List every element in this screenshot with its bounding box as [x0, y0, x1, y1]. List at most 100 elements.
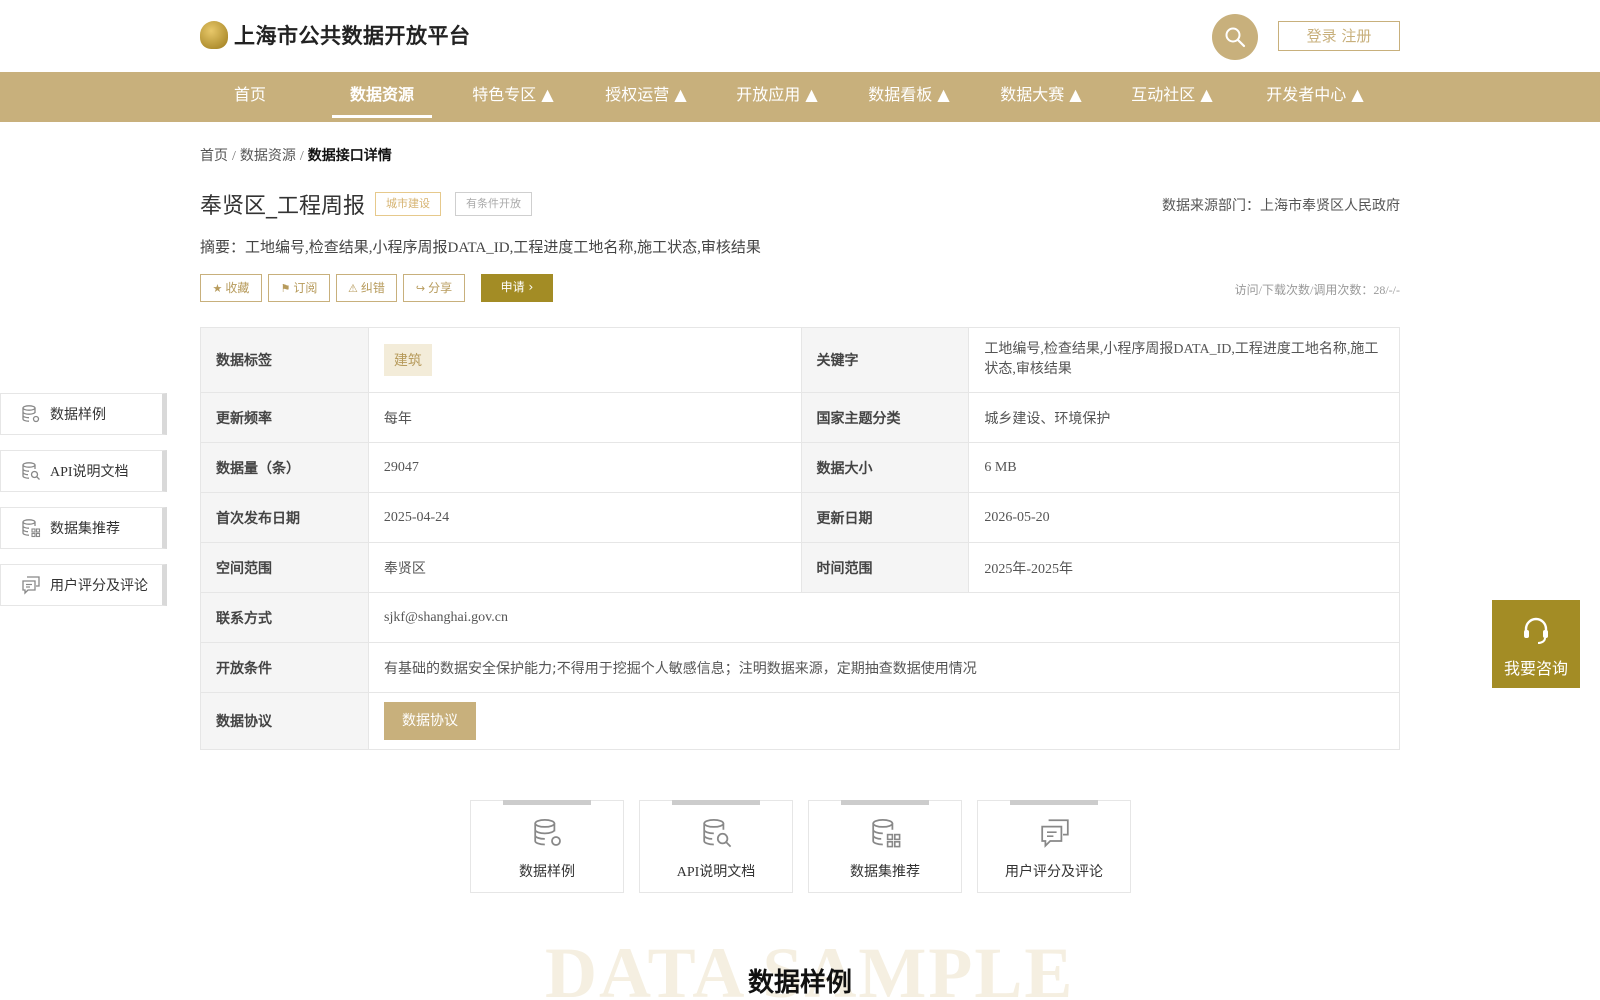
- subscribe-label: 订阅: [293, 281, 318, 295]
- data-source-department: 数据来源部门：上海市奉贤区人民政府: [1162, 198, 1400, 214]
- correct-label: 纠错: [360, 281, 385, 295]
- site-logo[interactable]: 上海市公共数据开放平台: [200, 20, 471, 50]
- nav-item-authorized-operation[interactable]: 授权运营 ▲: [596, 72, 696, 122]
- card-api-docs[interactable]: API说明文档: [639, 800, 793, 893]
- chevron-right-icon: ›: [528, 280, 534, 294]
- info-label: 更新频率: [201, 393, 369, 442]
- share-icon: ↪: [415, 282, 426, 295]
- info-value: 2025-04-24: [369, 493, 802, 542]
- correct-button[interactable]: ⚠ 纠错: [336, 274, 397, 302]
- database-gear-icon: [534, 818, 561, 846]
- info-value: 6 MB: [984, 459, 1017, 475]
- collect-button[interactable]: ★ 收藏: [200, 274, 262, 302]
- database-grid-icon: [22, 519, 41, 538]
- visit-stats: 访问/下载次数/调用次数：28/-/-: [1234, 283, 1400, 297]
- info-value: 城乡建设、环境保护: [984, 410, 1111, 427]
- breadcrumb-separator: /: [299, 149, 304, 164]
- data-protocol-button[interactable]: 数据协议: [384, 702, 476, 740]
- breadcrumb: 首页 / 数据资源 / 数据接口详情: [200, 145, 392, 165]
- breadcrumb-separator: /: [232, 149, 236, 164]
- nav-item-open-apps[interactable]: 开放应用 ▲: [727, 72, 827, 122]
- side-nav-dataset-recommend[interactable]: 数据集推荐: [0, 507, 167, 549]
- side-nav-data-sample[interactable]: 数据样例: [0, 393, 167, 435]
- card-data-sample[interactable]: 数据样例: [470, 800, 624, 893]
- card-user-reviews[interactable]: 用户评分及评论: [977, 800, 1131, 893]
- breadcrumb-home[interactable]: 首页: [200, 149, 228, 164]
- headset-icon: [1524, 617, 1548, 644]
- nav-item-developer-center[interactable]: 开发者中心 ▲: [1257, 72, 1373, 122]
- database-gear-icon: [22, 405, 40, 423]
- collect-label: 收藏: [225, 281, 250, 295]
- table-row: 更新频率 每年 国家主题分类 城乡建设、环境保护: [201, 393, 1399, 443]
- main-nav: 首页 数据资源 特色专区 ▲ 授权运营 ▲ 开放应用 ▲ 数据看板 ▲ 数据大赛…: [0, 72, 1600, 122]
- section-title: 数据样例: [747, 968, 852, 998]
- nav-item-community[interactable]: 互动社区 ▲: [1122, 72, 1222, 122]
- side-nav-label: 数据样例: [50, 407, 106, 423]
- subscribe-button[interactable]: ⚑ 订阅: [268, 274, 330, 302]
- top-header: 上海市公共数据开放平台 登录 注册: [0, 0, 1600, 72]
- info-label: 联系方式: [201, 593, 369, 642]
- warning-icon: ⚠: [348, 282, 358, 295]
- nav-item-data-resources[interactable]: 数据资源: [332, 72, 432, 122]
- side-nav-label: 用户评分及评论: [50, 578, 148, 594]
- card-dataset-recommend[interactable]: 数据集推荐: [808, 800, 962, 893]
- card-label: 数据集推荐: [850, 864, 920, 880]
- login-register-button[interactable]: 登录 注册: [1278, 21, 1400, 51]
- table-row: 首次发布日期 2025-04-24 更新日期 2026-05-20: [201, 493, 1399, 543]
- apply-label: 申请: [500, 280, 525, 294]
- info-value: 2026-05-20: [984, 509, 1050, 525]
- nav-item-data-dashboard[interactable]: 数据看板 ▲: [859, 72, 959, 122]
- nav-item-special-zone[interactable]: 特色专区 ▲: [463, 72, 563, 122]
- card-label: 数据样例: [519, 864, 575, 880]
- bookmark-icon: ⚑: [280, 282, 291, 295]
- info-label: 数据标签: [201, 328, 369, 392]
- info-label: 更新日期: [801, 493, 970, 542]
- category-tag: 城市建设: [375, 192, 441, 216]
- dataset-summary: 摘要：工地编号,检查结果,小程序周报DATA_ID,工程进度工地名称,施工状态,…: [200, 240, 761, 256]
- consult-button[interactable]: 我要咨询: [1492, 600, 1580, 688]
- card-label: API说明文档: [676, 865, 756, 880]
- info-label: 数据大小: [801, 443, 970, 492]
- info-label: 国家主题分类: [801, 393, 970, 442]
- apply-button[interactable]: 申请 ›: [481, 274, 553, 302]
- info-value: 建筑: [369, 328, 802, 392]
- nav-item-home[interactable]: 首页: [222, 72, 278, 122]
- star-icon: ★: [212, 282, 223, 295]
- database-search-icon: [703, 818, 732, 848]
- info-value: 每年: [369, 393, 802, 442]
- page-title: 奉贤区_工程周报: [200, 194, 366, 219]
- consult-label: 我要咨询: [1503, 659, 1568, 678]
- table-row: 数据量（条） 29047 数据大小 6 MB: [201, 443, 1399, 493]
- side-nav-api-docs[interactable]: API说明文档: [0, 450, 167, 492]
- database-grid-icon: [872, 818, 901, 848]
- nav-item-data-contest[interactable]: 数据大赛 ▲: [991, 72, 1091, 122]
- info-value: 29047: [369, 443, 802, 492]
- info-label: 关键字: [801, 328, 970, 392]
- info-value: 数据协议: [369, 693, 1399, 749]
- info-label: 空间范围: [201, 543, 369, 592]
- info-table: 数据标签 建筑 关键字 工地编号,检查结果,小程序周报DATA_ID,工程进度工…: [200, 327, 1400, 750]
- info-value: 有基础的数据安全保护能力;不得用于挖掘个人敏感信息；注明数据来源，定期抽查数据使…: [384, 660, 977, 677]
- info-label: 数据量（条）: [201, 443, 369, 492]
- info-value: 工地编号,检查结果,小程序周报DATA_ID,工程进度工地名称,施工状态,审核结…: [984, 342, 1379, 377]
- database-search-icon: [22, 462, 40, 480]
- contact-email: sjkf@shanghai.gov.cn: [384, 609, 508, 625]
- table-row: 数据标签 建筑 关键字 工地编号,检查结果,小程序周报DATA_ID,工程进度工…: [201, 328, 1399, 393]
- table-row: 开放条件 有基础的数据安全保护能力;不得用于挖掘个人敏感信息；注明数据来源，定期…: [201, 643, 1399, 693]
- info-value: 奉贤区: [369, 543, 802, 592]
- share-button[interactable]: ↪ 分享: [403, 274, 465, 302]
- share-label: 分享: [428, 281, 453, 295]
- table-row: 空间范围 奉贤区 时间范围 2025年-2025年: [201, 543, 1399, 593]
- info-label: 首次发布日期: [201, 493, 369, 542]
- search-icon: [1225, 27, 1246, 48]
- side-nav-user-reviews[interactable]: 用户评分及评论: [0, 564, 167, 606]
- breadcrumb-data-resources[interactable]: 数据资源: [240, 149, 296, 164]
- logo-emblem-icon: [200, 21, 228, 49]
- table-row: 联系方式 sjkf@shanghai.gov.cn: [201, 593, 1399, 643]
- card-label: 用户评分及评论: [1005, 864, 1103, 880]
- open-type-tag: 有条件开放: [455, 192, 532, 216]
- data-tag-chip[interactable]: 建筑: [383, 344, 432, 376]
- search-button[interactable]: [1212, 14, 1258, 60]
- side-nav-label: API说明文档: [50, 465, 129, 480]
- comment-icon: [22, 576, 40, 595]
